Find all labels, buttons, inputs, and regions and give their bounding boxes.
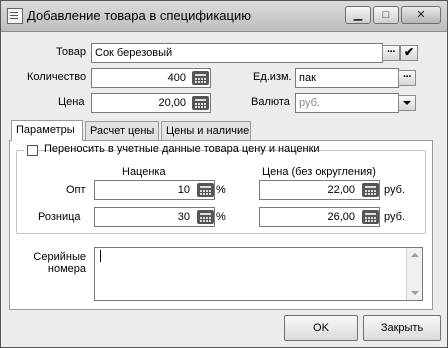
minimize-button[interactable]: ▁ <box>345 6 371 24</box>
app-icon <box>7 8 23 24</box>
tab-prices-availability[interactable]: Цены и наличие <box>161 121 251 140</box>
retail-currency: руб. <box>384 211 405 223</box>
retail-price-calculator-icon[interactable] <box>362 210 379 224</box>
serial-label-line1: Серийные <box>33 251 86 263</box>
product-label: Товар <box>56 46 86 58</box>
markup-header: Наценка <box>122 166 166 178</box>
check-icon: ✔ <box>403 45 415 59</box>
tab-parameters[interactable]: Параметры <box>11 120 83 141</box>
product-confirm-button[interactable]: ✔ <box>400 45 418 61</box>
title-bar[interactable]: Добавление товара в спецификацию ▁ □ ✕ <box>1 1 447 32</box>
quantity-label: Количество <box>27 71 87 83</box>
product-field[interactable]: Сок березовый <box>91 43 383 63</box>
ellipsis-icon: ··· <box>387 46 396 58</box>
window-title: Добавление товара в спецификацию <box>27 8 251 23</box>
ellipsis-icon: ··· <box>403 71 412 83</box>
close-button[interactable]: Закрыть <box>363 315 441 341</box>
serial-numbers-label: Серийные номера <box>32 251 86 275</box>
scroll-down-icon[interactable] <box>411 291 419 295</box>
serial-numbers-input[interactable] <box>94 247 423 301</box>
retail-markup-calculator-icon[interactable] <box>197 210 214 224</box>
serial-numbers-scrollbar[interactable] <box>406 248 422 300</box>
maximize-button[interactable]: □ <box>373 6 399 24</box>
price-label: Цена <box>58 96 85 108</box>
unit-field[interactable]: пак <box>295 68 399 88</box>
currency-select[interactable]: руб. <box>295 93 399 113</box>
retail-percent-sign: % <box>216 211 226 223</box>
currency-label: Валюта <box>251 96 290 108</box>
retail-label: Розница <box>38 211 81 223</box>
currency-dropdown-button[interactable] <box>398 95 416 111</box>
wholesale-currency: руб. <box>384 184 405 196</box>
wholesale-price-calculator-icon[interactable] <box>362 183 379 197</box>
wholesale-markup-calculator-icon[interactable] <box>197 183 214 197</box>
price-header: Цена (без округления) <box>262 166 376 178</box>
unit-select-button[interactable]: ··· <box>398 70 416 86</box>
close-window-button[interactable]: ✕ <box>401 6 441 24</box>
scroll-up-icon[interactable] <box>411 253 419 257</box>
maximize-icon: □ <box>382 9 390 21</box>
chevron-down-icon <box>403 101 411 105</box>
wholesale-percent-sign: % <box>216 184 226 196</box>
unit-label: Ед.изм. <box>253 71 292 83</box>
dialog-window: Добавление товара в спецификацию ▁ □ ✕ Т… <box>0 0 448 348</box>
close-icon: ✕ <box>416 9 426 21</box>
wholesale-label: Опт <box>66 184 86 196</box>
quantity-calculator-icon[interactable] <box>192 71 209 85</box>
tab-panel-parameters: Переносить в учетные данные товара цену … <box>9 140 433 310</box>
ok-button[interactable]: OK <box>284 315 358 341</box>
minimize-icon: ▁ <box>353 9 363 21</box>
transfer-checkbox-row[interactable]: Переносить в учетные данные товара цену … <box>24 143 320 157</box>
product-select-button[interactable]: ··· <box>382 45 400 61</box>
serial-label-line2: номера <box>47 263 86 275</box>
transfer-checkbox-label: Переносить в учетные данные товара цену … <box>44 143 320 155</box>
tab-price-calculation[interactable]: Расчет цены <box>85 121 159 140</box>
price-calculator-icon[interactable] <box>192 96 209 110</box>
transfer-checkbox[interactable] <box>27 145 38 156</box>
text-caret <box>100 250 101 262</box>
